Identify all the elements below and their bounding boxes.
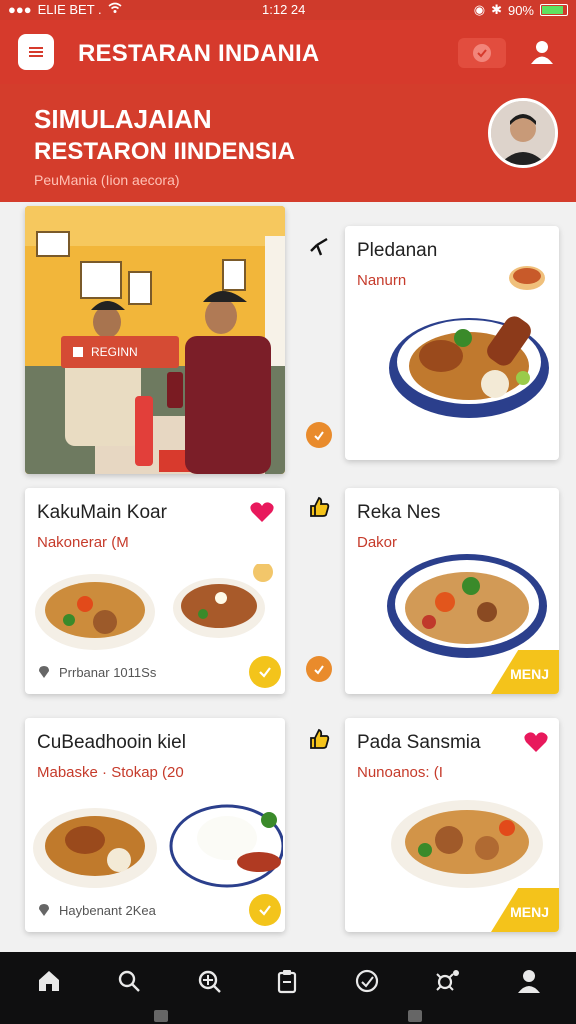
menu-button[interactable] [18, 34, 54, 70]
bluetooth-icon: ✱ [491, 2, 502, 17]
menu-card[interactable]: Reka Nes Dakor MENJ [345, 488, 559, 694]
avatar[interactable] [488, 98, 558, 168]
photo-tag-label: REGINN [91, 345, 138, 359]
menu-card[interactable]: KakuMain Koar Nakonerar (M Prrbanar 1011… [25, 488, 285, 694]
card-subtitle: Dakor [357, 534, 398, 551]
menu-card[interactable]: Pledanan Nanurn [345, 226, 559, 460]
status-bar: ●●● ELIE BET . 1:12 24 ◉ ✱ 90% [0, 0, 576, 20]
dish-image [33, 804, 283, 888]
card-meta: Haybenant 2Kea [59, 903, 156, 918]
menu-corner-label[interactable]: MENJ [510, 666, 549, 682]
location-pin-icon [39, 666, 49, 678]
alarm-icon: ◉ [473, 2, 486, 17]
status-left: ●●● ELIE BET . [8, 2, 122, 17]
battery-percent: 90% [507, 2, 534, 18]
check-circle-icon[interactable] [306, 656, 332, 682]
menu-corner-label[interactable]: MENJ [510, 904, 549, 920]
card-subtitle: Nakonerar (M [37, 534, 129, 551]
dish-icon[interactable] [350, 964, 384, 998]
hamburger-icon [29, 45, 43, 59]
menu-card[interactable]: Pada Sansmia Nunoanos: (I MENJ [345, 718, 559, 932]
signal-icon: ●●● [8, 2, 32, 17]
thumbs-up-icon[interactable] [306, 726, 332, 752]
wifi-icon [108, 2, 122, 17]
profile-button[interactable] [520, 34, 564, 70]
app-title: RESTARAN INDANIA [78, 40, 320, 67]
photo-tag[interactable]: REGINN [61, 336, 179, 368]
heart-icon[interactable] [523, 730, 549, 754]
clock: 1:12 24 [262, 2, 306, 17]
check-badge-icon[interactable] [249, 656, 281, 688]
status-right: ◉ ✱ 90% [474, 2, 568, 18]
battery-icon [540, 4, 568, 16]
location-pin-icon [39, 904, 49, 916]
tag-square-icon [73, 347, 83, 357]
check-badge-icon[interactable] [249, 894, 281, 926]
search-icon[interactable] [112, 964, 146, 998]
explore-icon[interactable] [192, 964, 226, 998]
settings-icon[interactable] [430, 964, 464, 998]
dish-image [387, 554, 547, 658]
card-title: CuBeadhooin kiel [37, 732, 186, 753]
dish-thumbnail-icon [509, 266, 545, 290]
card-subtitle: Mabaske · Stokap (20 [37, 764, 184, 781]
system-nav-indicator [154, 1010, 168, 1022]
dish-image [35, 564, 273, 650]
card-title: KakuMain Koar [37, 502, 167, 523]
thumbs-up-icon[interactable] [306, 494, 332, 520]
carrier-label: ELIE BET . [37, 2, 102, 17]
system-nav-indicator [408, 1010, 422, 1022]
home-icon[interactable] [32, 964, 66, 998]
hero-title-line2: RESTARON IINDENSIA [34, 138, 295, 165]
favorites-button[interactable] [458, 38, 506, 68]
hero-banner: SIMULAJAIAN RESTARON IINDENSIA PeuMania … [0, 84, 576, 202]
clipboard-icon[interactable] [270, 964, 304, 998]
heart-badge-icon [473, 44, 491, 62]
dish-image [389, 316, 549, 418]
card-subtitle: Nanurn [357, 272, 407, 289]
dish-image [391, 800, 543, 888]
restaurant-photo[interactable]: REGINN [25, 206, 285, 474]
hero-title-line1: SIMULAJAIAN [34, 104, 212, 134]
card-subtitle: Nunoanos: (I [357, 764, 443, 781]
app-bar: RESTARAN INDANIA [0, 20, 576, 84]
menu-card[interactable]: CuBeadhooin kiel Mabaske · Stokap (20 Ha… [25, 718, 285, 932]
bottom-navigation [0, 952, 576, 1024]
card-meta: Prrbanar 1011Ss [59, 665, 157, 680]
check-circle-icon[interactable] [306, 422, 332, 448]
user-icon [531, 41, 553, 64]
card-title: Pledanan [357, 240, 438, 261]
hero-subtitle: PeuMania (Iion aecora) [34, 172, 180, 188]
profile-icon[interactable] [512, 964, 546, 998]
pin-marker-icon[interactable] [306, 234, 332, 260]
card-title: Pada Sansmia [357, 732, 481, 753]
heart-icon[interactable] [249, 500, 275, 524]
card-title: Reka Nes [357, 502, 441, 523]
